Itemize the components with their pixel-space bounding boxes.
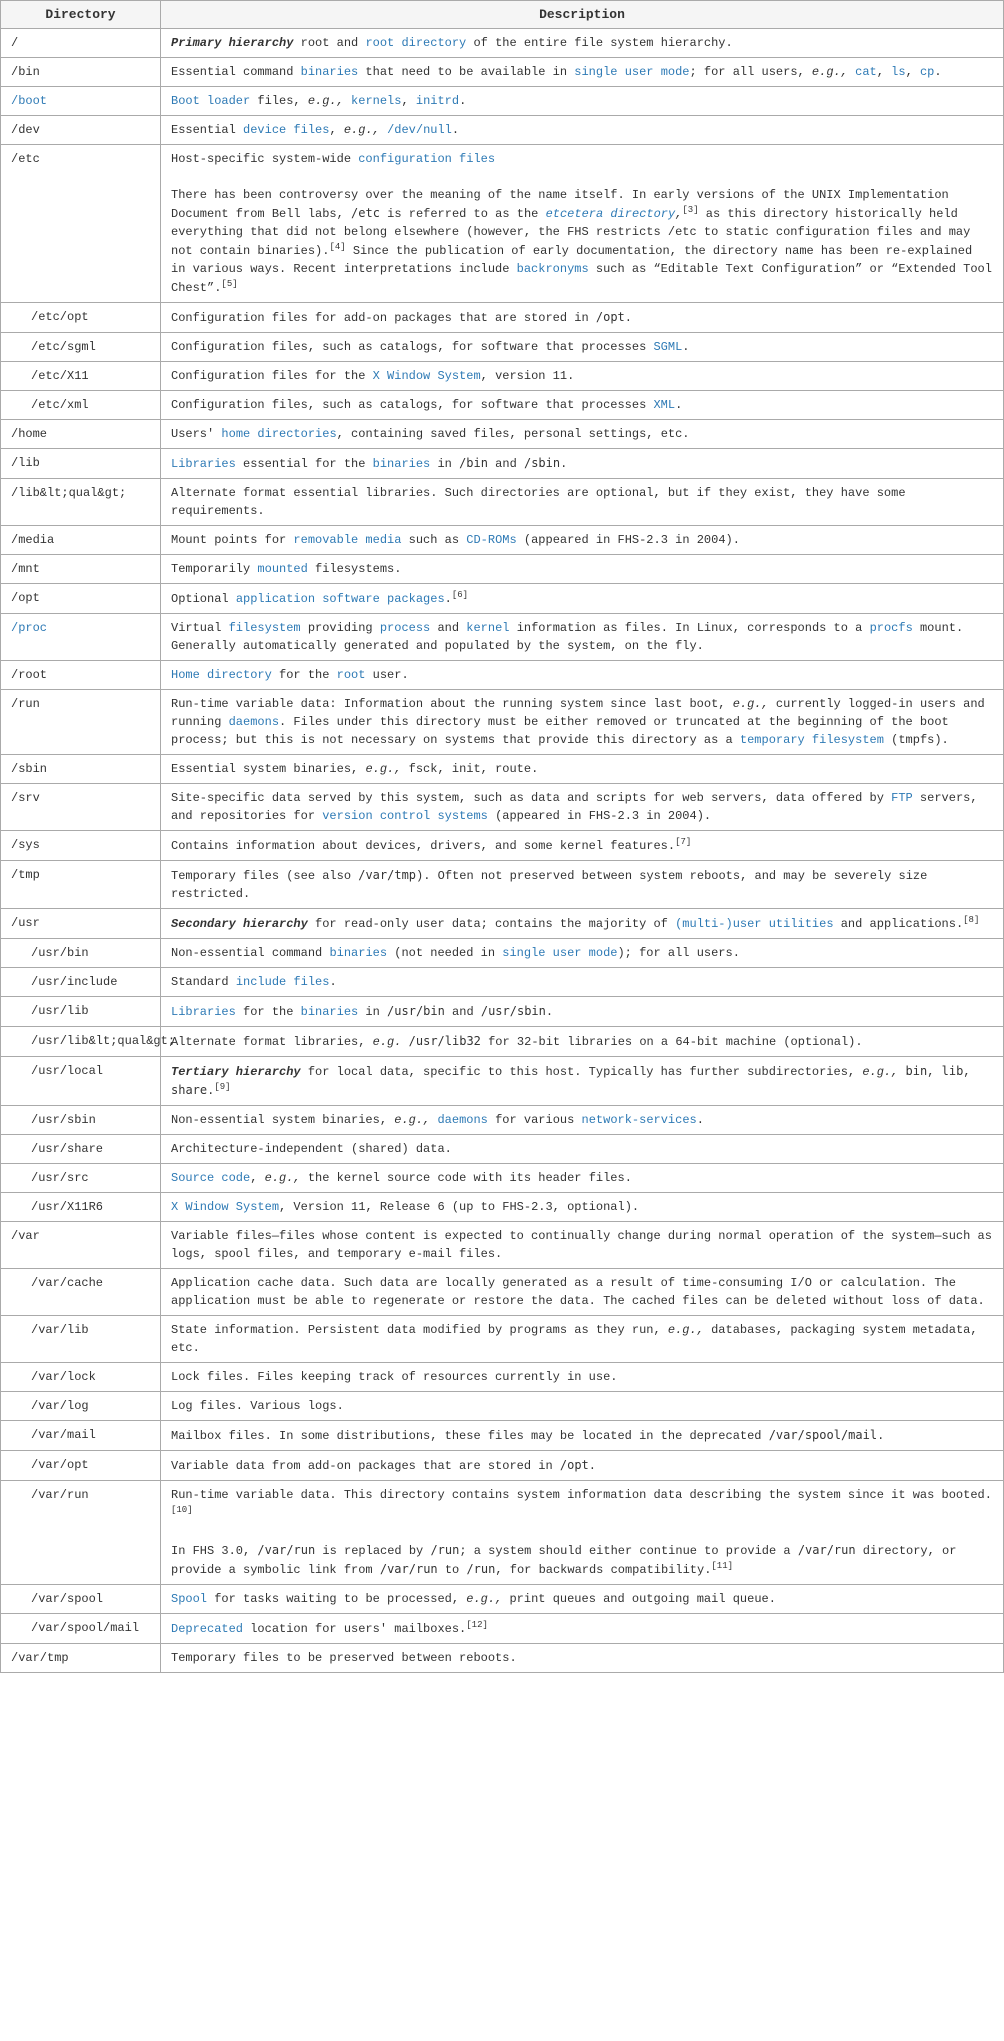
description-cell: Alternate format libraries, e.g. /usr/li… [161, 1027, 1004, 1057]
description-cell: Non-essential command binaries (not need… [161, 939, 1004, 968]
description-header: Description [161, 1, 1004, 29]
description-cell: Libraries essential for the binaries in … [161, 449, 1004, 479]
description-cell: Host-specific system-wide configuration … [161, 145, 1004, 303]
description-cell: Mount points for removable media such as… [161, 526, 1004, 555]
directory-cell: /var [1, 1222, 161, 1269]
description-cell: Essential device files, e.g., /dev/null. [161, 116, 1004, 145]
description-cell: X Window System, Version 11, Release 6 (… [161, 1193, 1004, 1222]
directory-cell: /usr/lib [1, 997, 161, 1027]
description-cell: Libraries for the binaries in /usr/bin a… [161, 997, 1004, 1027]
directory-cell: /srv [1, 784, 161, 831]
directory-cell: /tmp [1, 861, 161, 909]
description-cell: Configuration files for the X Window Sys… [161, 362, 1004, 391]
directory-cell: /dev [1, 116, 161, 145]
description-cell: Architecture-independent (shared) data. [161, 1135, 1004, 1164]
directory-cell: /etc [1, 145, 161, 303]
directory-cell: /var/mail [1, 1421, 161, 1451]
directory-cell: /var/opt [1, 1451, 161, 1481]
description-cell: Tertiary hierarchy for local data, speci… [161, 1057, 1004, 1106]
description-cell: State information. Persistent data modif… [161, 1316, 1004, 1363]
description-cell: Temporarily mounted filesystems. [161, 555, 1004, 584]
directory-cell: /usr/X11R6 [1, 1193, 161, 1222]
description-cell: Contains information about devices, driv… [161, 831, 1004, 861]
directory-cell: /etc/X11 [1, 362, 161, 391]
directory-cell: /usr/share [1, 1135, 161, 1164]
description-cell: Essential system binaries, e.g., fsck, i… [161, 755, 1004, 784]
directory-cell: /opt [1, 584, 161, 614]
description-cell: Run-time variable data: Information abou… [161, 690, 1004, 755]
description-cell: Users' home directories, containing save… [161, 420, 1004, 449]
directory-cell: /etc/xml [1, 391, 161, 420]
directory-cell: /media [1, 526, 161, 555]
description-cell: Non-essential system binaries, e.g., dae… [161, 1106, 1004, 1135]
directory-cell: /lib [1, 449, 161, 479]
directory-cell: /var/tmp [1, 1644, 161, 1673]
description-cell: Secondary hierarchy for read-only user d… [161, 909, 1004, 939]
directory-cell: /var/lock [1, 1363, 161, 1392]
description-cell: Deprecated location for users' mailboxes… [161, 1614, 1004, 1644]
directory-cell: /usr/bin [1, 939, 161, 968]
directory-cell: /etc/sgml [1, 333, 161, 362]
description-cell: Spool for tasks waiting to be processed,… [161, 1585, 1004, 1614]
directory-cell: /lib&lt;qual&gt; [1, 479, 161, 526]
description-cell: Standard include files. [161, 968, 1004, 997]
directory-cell: /usr [1, 909, 161, 939]
description-cell: Configuration files, such as catalogs, f… [161, 333, 1004, 362]
directory-cell: /var/lib [1, 1316, 161, 1363]
description-cell: Source code, e.g., the kernel source cod… [161, 1164, 1004, 1193]
directory-cell: /run [1, 690, 161, 755]
directory-cell: /sbin [1, 755, 161, 784]
directory-cell: /usr/sbin [1, 1106, 161, 1135]
directory-cell: /usr/src [1, 1164, 161, 1193]
directory-cell: /boot [1, 87, 161, 116]
directory-cell: /var/spool [1, 1585, 161, 1614]
description-cell: Optional application software packages.[… [161, 584, 1004, 614]
description-cell: Variable data from add-on packages that … [161, 1451, 1004, 1481]
description-cell: Alternate format essential libraries. Su… [161, 479, 1004, 526]
description-cell: Essential command binaries that need to … [161, 58, 1004, 87]
directory-cell: /bin [1, 58, 161, 87]
directory-cell: /usr/include [1, 968, 161, 997]
directory-cell: /home [1, 420, 161, 449]
directory-cell: /mnt [1, 555, 161, 584]
description-cell: Temporary files to be preserved between … [161, 1644, 1004, 1673]
description-cell: Mailbox files. In some distributions, th… [161, 1421, 1004, 1451]
directory-cell: /var/spool/mail [1, 1614, 161, 1644]
description-cell: Virtual filesystem providing process and… [161, 614, 1004, 661]
fhs-table: Directory Description /Primary hierarchy… [0, 0, 1004, 1673]
description-cell: Variable files—files whose content is ex… [161, 1222, 1004, 1269]
directory-cell: / [1, 29, 161, 58]
directory-cell: /sys [1, 831, 161, 861]
directory-cell: /proc [1, 614, 161, 661]
description-cell: Site-specific data served by this system… [161, 784, 1004, 831]
description-cell: Lock files. Files keeping track of resou… [161, 1363, 1004, 1392]
description-cell: Home directory for the root user. [161, 661, 1004, 690]
description-cell: Boot loader files, e.g., kernels, initrd… [161, 87, 1004, 116]
directory-cell: /root [1, 661, 161, 690]
description-cell: Log files. Various logs. [161, 1392, 1004, 1421]
description-cell: Configuration files, such as catalogs, f… [161, 391, 1004, 420]
description-cell: Configuration files for add-on packages … [161, 303, 1004, 333]
directory-header: Directory [1, 1, 161, 29]
directory-cell: /var/log [1, 1392, 161, 1421]
description-cell: Application cache data. Such data are lo… [161, 1269, 1004, 1316]
description-cell: Primary hierarchy root and root director… [161, 29, 1004, 58]
directory-cell: /var/cache [1, 1269, 161, 1316]
description-cell: Temporary files (see also /var/tmp). Oft… [161, 861, 1004, 909]
directory-cell: /usr/local [1, 1057, 161, 1106]
description-cell: Run-time variable data. This directory c… [161, 1481, 1004, 1585]
directory-cell: /etc/opt [1, 303, 161, 333]
directory-cell: /var/run [1, 1481, 161, 1585]
directory-cell: /usr/lib&lt;qual&gt; [1, 1027, 161, 1057]
